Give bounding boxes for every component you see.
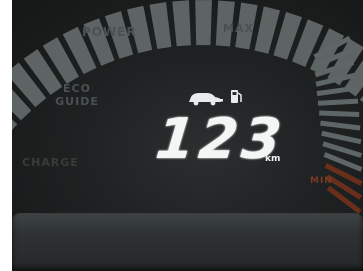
scale-tick	[317, 98, 359, 106]
scale-tick	[320, 120, 361, 131]
fuel-pump-icon	[231, 90, 242, 103]
dashboard-bezel	[12, 213, 363, 271]
gauge-segment	[195, 0, 212, 46]
eco-label: ECO	[63, 82, 91, 95]
range-unit: km	[265, 154, 281, 164]
guide-label: GUIDE	[55, 95, 99, 108]
scale-tick	[321, 130, 362, 145]
charge-label: CHARGE	[22, 156, 79, 169]
range-value: 123	[152, 107, 289, 172]
gauge-segment	[172, 0, 191, 47]
car-icon	[189, 93, 223, 106]
gauge-segment	[149, 2, 172, 49]
max-label: MAX	[223, 22, 254, 35]
instrument-cluster-display: POWER MAX ECO GUIDE CHARGE MIN 123 km	[12, 0, 363, 271]
eco-guide-label: ECO GUIDE	[47, 82, 107, 108]
min-label: MIN	[310, 176, 333, 186]
power-label: POWER	[82, 25, 137, 39]
scale-tick	[316, 85, 357, 97]
scale-tick	[319, 110, 360, 117]
